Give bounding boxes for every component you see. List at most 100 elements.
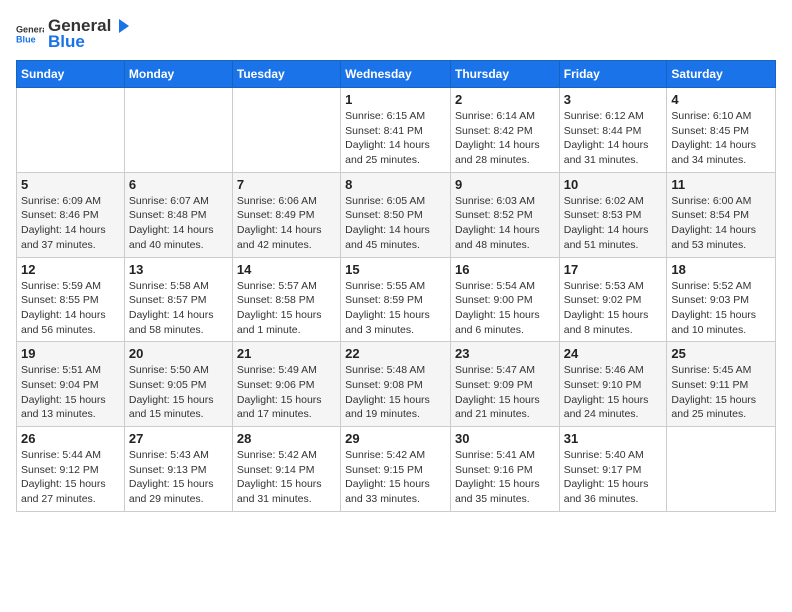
cell-info-18: Sunrise: 5:52 AMSunset: 9:03 PMDaylight:… <box>671 279 771 338</box>
calendar-cell-19: 19 Sunrise: 5:51 AMSunset: 9:04 PMDayligh… <box>17 342 125 427</box>
cell-date-28: 28 <box>237 431 336 446</box>
cell-info-26: Sunrise: 5:44 AMSunset: 9:12 PMDaylight:… <box>21 448 120 507</box>
day-header-friday: Friday <box>559 61 667 88</box>
cell-date-13: 13 <box>129 262 228 277</box>
cell-info-7: Sunrise: 6:06 AMSunset: 8:49 PMDaylight:… <box>237 194 336 253</box>
calendar-table: SundayMondayTuesdayWednesdayThursdayFrid… <box>16 60 776 512</box>
cell-info-1: Sunrise: 6:15 AMSunset: 8:41 PMDaylight:… <box>345 109 446 168</box>
calendar-week-1: 1 Sunrise: 6:15 AMSunset: 8:41 PMDaylight… <box>17 88 776 173</box>
calendar-cell-10: 10 Sunrise: 6:02 AMSunset: 8:53 PMDayligh… <box>559 172 667 257</box>
cell-info-20: Sunrise: 5:50 AMSunset: 9:05 PMDaylight:… <box>129 363 228 422</box>
calendar-week-3: 12 Sunrise: 5:59 AMSunset: 8:55 PMDayligh… <box>17 257 776 342</box>
calendar-cell-23: 23 Sunrise: 5:47 AMSunset: 9:09 PMDayligh… <box>450 342 559 427</box>
calendar-cell-17: 17 Sunrise: 5:53 AMSunset: 9:02 PMDayligh… <box>559 257 667 342</box>
cell-info-3: Sunrise: 6:12 AMSunset: 8:44 PMDaylight:… <box>564 109 663 168</box>
calendar-cell-18: 18 Sunrise: 5:52 AMSunset: 9:03 PMDayligh… <box>667 257 776 342</box>
calendar-cell-20: 20Sunrise: 5:50 AMSunset: 9:05 PMDayligh… <box>124 342 232 427</box>
day-header-saturday: Saturday <box>667 61 776 88</box>
calendar-cell-30: 30 Sunrise: 5:41 AMSunset: 9:16 PMDayligh… <box>450 427 559 512</box>
cell-info-14: Sunrise: 5:57 AMSunset: 8:58 PMDaylight:… <box>237 279 336 338</box>
cell-info-5: Sunrise: 6:09 AMSunset: 8:46 PMDaylight:… <box>21 194 120 253</box>
calendar-cell-11: 11Sunrise: 6:00 AMSunset: 8:54 PMDayligh… <box>667 172 776 257</box>
day-header-row: SundayMondayTuesdayWednesdayThursdayFrid… <box>17 61 776 88</box>
cell-info-29: Sunrise: 5:42 AMSunset: 9:15 PMDaylight:… <box>345 448 446 507</box>
calendar-cell-2: 2Sunrise: 6:14 AMSunset: 8:42 PMDaylight… <box>450 88 559 173</box>
day-header-wednesday: Wednesday <box>341 61 451 88</box>
header: General Blue General Blue <box>16 16 776 52</box>
calendar-cell-8: 8Sunrise: 6:05 AMSunset: 8:50 PMDaylight… <box>341 172 451 257</box>
day-header-thursday: Thursday <box>450 61 559 88</box>
svg-text:Blue: Blue <box>16 34 36 44</box>
calendar-cell-empty-02 <box>232 88 340 173</box>
cell-date-30: 30 <box>455 431 555 446</box>
calendar-cell-6: 6 Sunrise: 6:07 AMSunset: 8:48 PMDaylight… <box>124 172 232 257</box>
calendar-cell-3: 3 Sunrise: 6:12 AMSunset: 8:44 PMDaylight… <box>559 88 667 173</box>
cell-info-22: Sunrise: 5:48 AMSunset: 9:08 PMDaylight:… <box>345 363 446 422</box>
cell-info-12: Sunrise: 5:59 AMSunset: 8:55 PMDaylight:… <box>21 279 120 338</box>
cell-date-7: 7 <box>237 177 336 192</box>
calendar-cell-28: 28 Sunrise: 5:42 AMSunset: 9:14 PMDayligh… <box>232 427 340 512</box>
calendar-cell-22: 22 Sunrise: 5:48 AMSunset: 9:08 PMDayligh… <box>341 342 451 427</box>
cell-info-23: Sunrise: 5:47 AMSunset: 9:09 PMDaylight:… <box>455 363 555 422</box>
calendar-cell-16: 16 Sunrise: 5:54 AMSunset: 9:00 PMDayligh… <box>450 257 559 342</box>
cell-info-30: Sunrise: 5:41 AMSunset: 9:16 PMDaylight:… <box>455 448 555 507</box>
calendar-cell-13: 13Sunrise: 5:58 AMSunset: 8:57 PMDayligh… <box>124 257 232 342</box>
calendar-week-4: 19 Sunrise: 5:51 AMSunset: 9:04 PMDayligh… <box>17 342 776 427</box>
cell-date-4: 4 <box>671 92 771 107</box>
cell-info-2: Sunrise: 6:14 AMSunset: 8:42 PMDaylight:… <box>455 109 555 168</box>
cell-date-6: 6 <box>129 177 228 192</box>
calendar-cell-empty-01 <box>124 88 232 173</box>
cell-date-19: 19 <box>21 346 120 361</box>
cell-date-29: 29 <box>345 431 446 446</box>
calendar-cell-26: 26Sunrise: 5:44 AMSunset: 9:12 PMDayligh… <box>17 427 125 512</box>
calendar-week-2: 5 Sunrise: 6:09 AMSunset: 8:46 PMDaylight… <box>17 172 776 257</box>
cell-info-17: Sunrise: 5:53 AMSunset: 9:02 PMDaylight:… <box>564 279 663 338</box>
cell-info-25: Sunrise: 5:45 AMSunset: 9:11 PMDaylight:… <box>671 363 771 422</box>
logo-icon: General Blue <box>16 20 44 48</box>
cell-date-15: 15 <box>345 262 446 277</box>
svg-text:General: General <box>16 25 44 35</box>
cell-info-16: Sunrise: 5:54 AMSunset: 9:00 PMDaylight:… <box>455 279 555 338</box>
cell-date-17: 17 <box>564 262 663 277</box>
cell-date-18: 18 <box>671 262 771 277</box>
cell-info-6: Sunrise: 6:07 AMSunset: 8:48 PMDaylight:… <box>129 194 228 253</box>
cell-date-14: 14 <box>237 262 336 277</box>
cell-date-5: 5 <box>21 177 120 192</box>
cell-date-16: 16 <box>455 262 555 277</box>
cell-info-19: Sunrise: 5:51 AMSunset: 9:04 PMDaylight:… <box>21 363 120 422</box>
cell-info-8: Sunrise: 6:05 AMSunset: 8:50 PMDaylight:… <box>345 194 446 253</box>
calendar-cell-5: 5 Sunrise: 6:09 AMSunset: 8:46 PMDaylight… <box>17 172 125 257</box>
cell-info-9: Sunrise: 6:03 AMSunset: 8:52 PMDaylight:… <box>455 194 555 253</box>
cell-date-10: 10 <box>564 177 663 192</box>
cell-date-22: 22 <box>345 346 446 361</box>
cell-info-10: Sunrise: 6:02 AMSunset: 8:53 PMDaylight:… <box>564 194 663 253</box>
cell-info-15: Sunrise: 5:55 AMSunset: 8:59 PMDaylight:… <box>345 279 446 338</box>
cell-date-1: 1 <box>345 92 446 107</box>
calendar-cell-27: 27Sunrise: 5:43 AMSunset: 9:13 PMDayligh… <box>124 427 232 512</box>
calendar-cell-empty-00 <box>17 88 125 173</box>
logo: General Blue General Blue <box>16 16 131 52</box>
logo-triangle-icon <box>113 17 131 35</box>
calendar-cell-empty-46 <box>667 427 776 512</box>
cell-date-21: 21 <box>237 346 336 361</box>
cell-info-21: Sunrise: 5:49 AMSunset: 9:06 PMDaylight:… <box>237 363 336 422</box>
calendar-cell-14: 14 Sunrise: 5:57 AMSunset: 8:58 PMDayligh… <box>232 257 340 342</box>
cell-date-9: 9 <box>455 177 555 192</box>
calendar-cell-24: 24Sunrise: 5:46 AMSunset: 9:10 PMDayligh… <box>559 342 667 427</box>
cell-date-23: 23 <box>455 346 555 361</box>
cell-info-24: Sunrise: 5:46 AMSunset: 9:10 PMDaylight:… <box>564 363 663 422</box>
calendar-cell-25: 25Sunrise: 5:45 AMSunset: 9:11 PMDayligh… <box>667 342 776 427</box>
cell-date-27: 27 <box>129 431 228 446</box>
calendar-cell-1: 1 Sunrise: 6:15 AMSunset: 8:41 PMDaylight… <box>341 88 451 173</box>
calendar-cell-9: 9 Sunrise: 6:03 AMSunset: 8:52 PMDaylight… <box>450 172 559 257</box>
day-header-tuesday: Tuesday <box>232 61 340 88</box>
cell-date-12: 12 <box>21 262 120 277</box>
cell-info-28: Sunrise: 5:42 AMSunset: 9:14 PMDaylight:… <box>237 448 336 507</box>
calendar-cell-12: 12 Sunrise: 5:59 AMSunset: 8:55 PMDayligh… <box>17 257 125 342</box>
cell-date-31: 31 <box>564 431 663 446</box>
cell-info-31: Sunrise: 5:40 AMSunset: 9:17 PMDaylight:… <box>564 448 663 507</box>
calendar-cell-21: 21 Sunrise: 5:49 AMSunset: 9:06 PMDayligh… <box>232 342 340 427</box>
calendar-week-5: 26Sunrise: 5:44 AMSunset: 9:12 PMDayligh… <box>17 427 776 512</box>
cell-date-3: 3 <box>564 92 663 107</box>
calendar-cell-15: 15 Sunrise: 5:55 AMSunset: 8:59 PMDayligh… <box>341 257 451 342</box>
